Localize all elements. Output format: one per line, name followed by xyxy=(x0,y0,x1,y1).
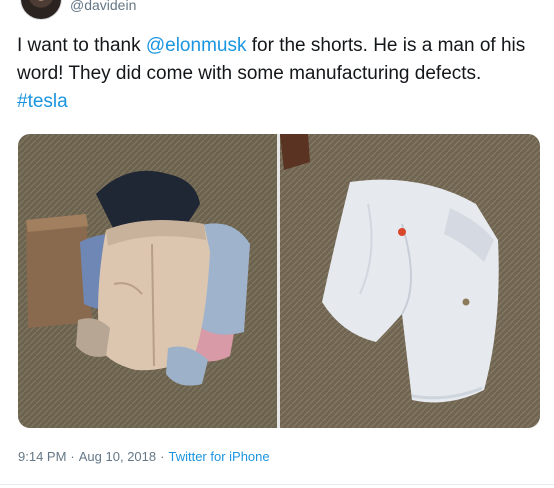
tweet-text: I want to thank @elonmusk for the shorts… xyxy=(17,32,537,116)
meta-separator: · xyxy=(160,449,165,464)
photo-shorts-flat-image xyxy=(280,134,540,428)
author-row: @davidein xyxy=(0,0,554,26)
photo-clothes-pile[interactable] xyxy=(18,134,277,428)
photo-shorts-flat[interactable] xyxy=(280,134,540,428)
tweet-source-link[interactable]: Twitter for iPhone xyxy=(168,449,269,464)
tweet-text-part: I want to thank xyxy=(17,35,146,56)
meta-separator: · xyxy=(70,449,75,464)
hashtag-link[interactable]: #tesla xyxy=(17,91,68,112)
tweet-time[interactable]: 9:14 PM xyxy=(18,449,66,464)
photo-clothes-pile-image xyxy=(18,134,277,428)
avatar[interactable] xyxy=(20,0,62,20)
mention-link[interactable]: @elonmusk xyxy=(146,35,247,56)
tweet-date[interactable]: Aug 10, 2018 xyxy=(79,449,156,464)
tweet-card: @davidein I want to thank @elonmusk for … xyxy=(0,0,554,488)
divider xyxy=(0,484,554,485)
media-grid xyxy=(18,134,540,428)
author-handle[interactable]: @davidein xyxy=(70,0,136,14)
tweet-meta: 9:14 PM · Aug 10, 2018 · Twitter for iPhone xyxy=(18,449,270,465)
